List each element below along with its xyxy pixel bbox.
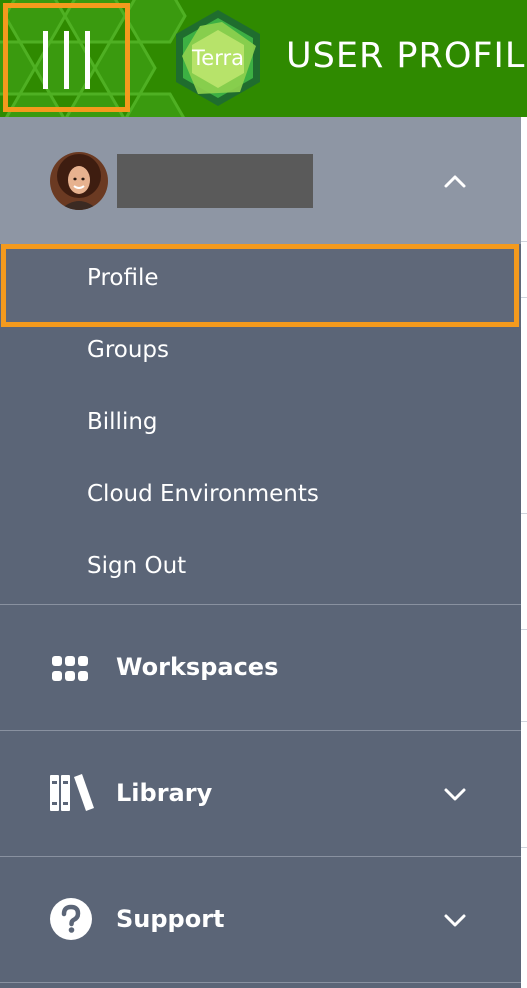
page-divider — [521, 847, 527, 848]
nav-item-library[interactable]: Library — [0, 731, 521, 856]
page-content-edge — [521, 117, 527, 988]
page-title: USER PROFILE — [286, 36, 527, 76]
page-divider — [521, 297, 527, 298]
logo-text: Terra — [191, 46, 244, 70]
menu-item-label: Cloud Environments — [87, 481, 319, 507]
chevron-down-icon — [444, 788, 466, 801]
user-name-redacted — [117, 154, 313, 208]
menu-item-groups[interactable]: Groups — [0, 327, 521, 399]
selected-item-highlight — [1, 244, 519, 327]
user-avatar — [50, 152, 108, 210]
page-divider — [521, 241, 527, 242]
user-account-toggle[interactable] — [0, 117, 521, 244]
page-divider — [521, 513, 527, 514]
menu-item-cloud-environments[interactable]: Cloud Environments — [0, 471, 521, 543]
library-books-icon — [50, 774, 94, 811]
app-header: Terra USER PROFILE — [0, 0, 527, 117]
hamburger-bar-icon — [43, 31, 48, 89]
page-divider — [521, 721, 527, 722]
nav-item-label: Workspaces — [116, 653, 279, 681]
nav-item-workspaces[interactable]: Workspaces — [0, 605, 521, 730]
menu-item-label: Groups — [87, 337, 170, 363]
navigation-drawer: Profile Groups Billing Cloud Environment… — [0, 117, 521, 988]
nav-item-support[interactable]: Support — [0, 857, 521, 982]
main-menu-button[interactable] — [3, 3, 130, 112]
workspaces-grid-icon — [52, 656, 88, 681]
hamburger-bar-icon — [85, 31, 90, 89]
chevron-down-icon — [444, 914, 466, 927]
help-circle-icon — [50, 898, 92, 940]
chevron-up-icon — [444, 175, 466, 188]
nav-item-label: Support — [116, 905, 225, 933]
divider — [0, 982, 521, 983]
hamburger-bar-icon — [64, 31, 69, 89]
menu-item-billing[interactable]: Billing — [0, 399, 521, 471]
page-divider — [521, 629, 527, 630]
menu-item-label: Sign Out — [87, 553, 187, 579]
terra-logo[interactable]: Terra — [170, 8, 266, 108]
menu-item-label: Billing — [87, 409, 158, 435]
nav-item-label: Library — [116, 779, 213, 807]
